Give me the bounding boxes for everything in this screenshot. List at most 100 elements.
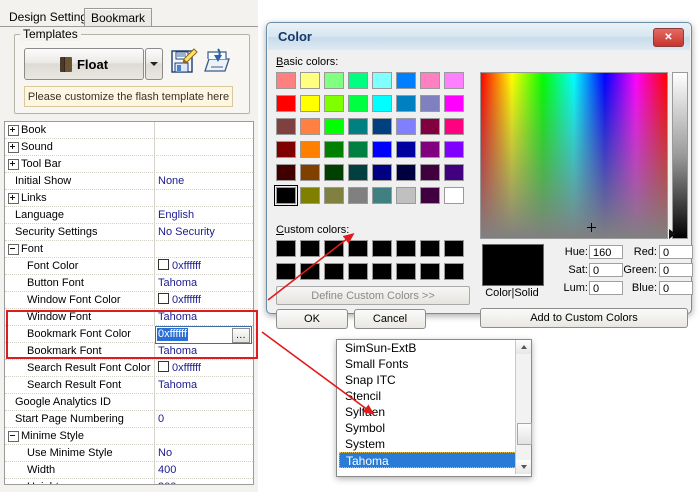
color-field-input[interactable]: 0 [659, 263, 693, 277]
basic-color-swatch[interactable] [324, 141, 344, 158]
basic-color-swatch[interactable] [348, 164, 368, 181]
collapse-icon[interactable] [8, 431, 19, 442]
basic-color-swatch[interactable] [420, 72, 440, 89]
tab-design-setting[interactable]: Design Setting [3, 8, 93, 26]
font-list-scrollbar[interactable] [515, 340, 532, 474]
property-value[interactable]: 0xffffff [158, 360, 253, 376]
property-row[interactable]: Button Font Tahoma [5, 275, 253, 292]
basic-color-swatch[interactable] [300, 187, 320, 204]
basic-color-swatch[interactable] [444, 141, 464, 158]
font-list-item[interactable]: Symbol [337, 420, 531, 436]
font-list-item[interactable]: Stencil [337, 388, 531, 404]
property-row[interactable]: Language English [5, 207, 253, 224]
basic-color-swatch[interactable] [372, 95, 392, 112]
basic-color-swatch[interactable] [324, 72, 344, 89]
expand-icon[interactable] [8, 159, 19, 170]
property-row[interactable]: Sound [5, 139, 253, 156]
import-template-icon[interactable] [202, 47, 234, 77]
basic-color-swatch[interactable] [372, 72, 392, 89]
custom-color-swatch[interactable] [300, 240, 320, 257]
property-value[interactable]: No [158, 445, 253, 461]
basic-color-swatch[interactable] [348, 141, 368, 158]
property-row[interactable]: Window Font Color 0xffffff [5, 292, 253, 309]
font-list-item[interactable]: Sylfaen [337, 404, 531, 420]
basic-color-swatch[interactable] [396, 187, 416, 204]
basic-color-swatch[interactable] [300, 95, 320, 112]
basic-color-swatch[interactable] [276, 118, 296, 135]
property-row[interactable]: Search Result Font Color 0xffffff [5, 360, 253, 377]
custom-color-swatch[interactable] [372, 240, 392, 257]
custom-color-swatch[interactable] [300, 263, 320, 280]
basic-color-swatch[interactable] [420, 118, 440, 135]
property-value[interactable] [158, 139, 253, 155]
property-row[interactable]: Use Minime Style No [5, 445, 253, 462]
property-row[interactable]: Height300 [5, 479, 253, 484]
property-value[interactable]: 0xffffff [158, 258, 253, 274]
basic-color-swatch[interactable] [420, 164, 440, 181]
font-dropdown-list[interactable]: SimSun-ExtB Small Fonts Snap ITC Stencil Syl… [336, 339, 532, 477]
color-swatch-icon[interactable] [158, 361, 169, 372]
property-value[interactable] [158, 190, 253, 206]
basic-color-swatch[interactable] [348, 72, 368, 89]
basic-color-swatch[interactable] [324, 164, 344, 181]
custom-color-swatch[interactable] [372, 263, 392, 280]
color-field-input[interactable]: 0 [589, 281, 623, 295]
cancel-button[interactable]: Cancel [354, 309, 426, 329]
basic-color-swatch[interactable] [444, 187, 464, 204]
basic-color-swatch[interactable] [300, 164, 320, 181]
tab-bookmark[interactable]: Bookmark [84, 8, 153, 27]
scroll-up-arrow-icon[interactable] [516, 340, 531, 354]
color-spectrum-field[interactable] [480, 72, 668, 239]
basic-color-swatch[interactable] [300, 118, 320, 135]
property-row[interactable]: Font Color 0xffffff [5, 258, 253, 275]
property-value[interactable] [158, 428, 253, 444]
basic-color-swatch[interactable] [396, 72, 416, 89]
color-dialog-titlebar[interactable]: Color ✕ [268, 24, 690, 50]
property-value-input[interactable]: 0xffffff [157, 328, 188, 341]
basic-color-swatch[interactable] [348, 187, 368, 204]
property-row[interactable]: Start Page Numbering 0 [5, 411, 253, 428]
property-row[interactable]: Window Font Tahoma [5, 309, 253, 326]
property-row[interactable]: Tool Bar [5, 156, 253, 173]
property-value[interactable]: 0xffffff [158, 292, 253, 308]
basic-color-swatch[interactable] [348, 118, 368, 135]
basic-color-swatch[interactable] [396, 164, 416, 181]
property-value[interactable] [158, 241, 253, 257]
property-row[interactable]: Bookmark Font Color 0xffffff... [5, 326, 253, 344]
template-select-button[interactable]: Float [24, 48, 144, 80]
property-value[interactable] [158, 122, 253, 138]
custom-color-swatch[interactable] [396, 240, 416, 257]
property-row[interactable]: Font [5, 241, 253, 258]
define-custom-colors-button[interactable]: Define Custom Colors >> [276, 286, 470, 305]
custom-color-swatch[interactable] [444, 240, 464, 257]
property-row[interactable]: Search Result Font Tahoma [5, 377, 253, 394]
property-value[interactable]: 300 [158, 479, 253, 484]
basic-color-swatch[interactable] [372, 141, 392, 158]
basic-color-swatch[interactable] [444, 95, 464, 112]
basic-color-swatch[interactable] [300, 141, 320, 158]
basic-color-swatch[interactable] [348, 95, 368, 112]
basic-color-swatch[interactable] [420, 187, 440, 204]
basic-color-swatch[interactable] [420, 141, 440, 158]
ok-button[interactable]: OK [276, 309, 348, 329]
expand-icon[interactable] [8, 193, 19, 204]
property-value[interactable]: Tahoma [158, 309, 253, 325]
basic-color-swatch[interactable] [324, 118, 344, 135]
property-row[interactable]: Links [5, 190, 253, 207]
basic-color-swatch[interactable] [276, 72, 296, 89]
color-field-input[interactable]: 0 [659, 281, 693, 295]
basic-color-swatch[interactable] [444, 118, 464, 135]
custom-color-swatch[interactable] [324, 263, 344, 280]
color-field-input[interactable]: 160 [589, 245, 623, 259]
custom-color-swatch[interactable] [276, 240, 296, 257]
property-row[interactable]: Minime Style [5, 428, 253, 445]
custom-color-swatch[interactable] [324, 240, 344, 257]
ellipsis-button[interactable]: ... [232, 328, 250, 343]
font-list-item[interactable]: Snap ITC [337, 372, 531, 388]
custom-color-swatch[interactable] [444, 263, 464, 280]
custom-color-swatch[interactable] [348, 240, 368, 257]
save-template-icon[interactable] [168, 47, 198, 77]
property-row[interactable]: Width 400 [5, 462, 253, 479]
basic-colors-grid[interactable] [274, 72, 471, 210]
property-value[interactable]: None [158, 173, 253, 189]
